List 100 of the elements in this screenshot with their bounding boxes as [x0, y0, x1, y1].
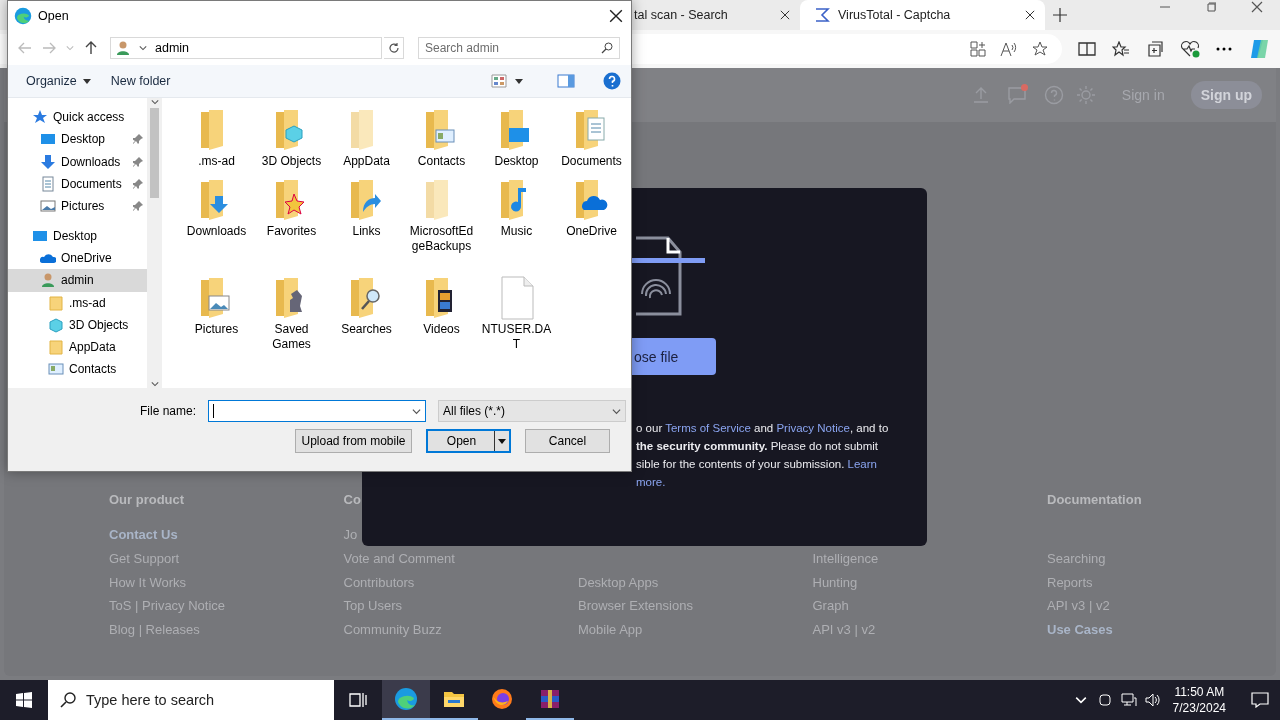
- file-name[interactable]: Favorites: [256, 224, 327, 239]
- recent-locations-icon: [66, 44, 74, 52]
- nav-item[interactable]: Pictures: [8, 195, 147, 218]
- file-name[interactable]: Searches: [331, 322, 402, 337]
- close-icon[interactable]: [1025, 10, 1035, 20]
- file-name[interactable]: Links: [331, 224, 402, 239]
- caret-icon[interactable]: [498, 438, 506, 444]
- help-icon[interactable]: [603, 72, 621, 90]
- nav-item[interactable]: Downloads: [8, 150, 147, 173]
- browser-icon[interactable]: [394, 687, 418, 711]
- fox-browser-icon[interactable]: [490, 687, 514, 711]
- taskbar-search-field[interactable]: Type here to search: [48, 680, 334, 720]
- footer-heading: Our product: [109, 492, 185, 509]
- new-tab-icon[interactable]: [1053, 8, 1067, 22]
- restore-icon[interactable]: [1206, 2, 1216, 12]
- nav-item[interactable]: Contacts: [8, 358, 147, 381]
- read-aloud-icon[interactable]: [1000, 41, 1018, 57]
- network-icon[interactable]: [1120, 693, 1137, 707]
- consent-text: Please do not submit: [769, 440, 879, 452]
- favorites-icon[interactable]: [1112, 41, 1130, 57]
- archive-icon[interactable]: [538, 687, 562, 711]
- clock-time: 11:50 AM: [1174, 684, 1225, 700]
- nav-item[interactable]: .ms-ad: [8, 291, 147, 314]
- contact-card-icon: [48, 361, 64, 378]
- task-view-icon[interactable]: [349, 692, 367, 708]
- more-icon[interactable]: [1216, 47, 1232, 51]
- scroll-up-icon: [150, 98, 159, 106]
- file-name[interactable]: Music: [481, 224, 552, 239]
- policy-link[interactable]: Learn: [847, 458, 877, 470]
- cube-icon: [48, 316, 64, 333]
- file-name[interactable]: AppData: [331, 154, 402, 169]
- policy-link[interactable]: Privacy Notice: [776, 422, 850, 434]
- scrollbar-thumb[interactable]: [150, 108, 159, 198]
- volume-icon[interactable]: [1144, 693, 1161, 707]
- caret-icon[interactable]: [515, 78, 523, 84]
- file-name[interactable]: Desktop: [481, 154, 552, 169]
- collections-icon[interactable]: [1146, 40, 1164, 58]
- windows-icon[interactable]: [16, 692, 32, 708]
- refresh-icon[interactable]: [387, 42, 400, 54]
- search-field[interactable]: Search admin: [418, 37, 620, 59]
- dialog-button[interactable]: Cancel: [525, 429, 610, 453]
- policy-link[interactable]: more.: [636, 476, 666, 488]
- file-name[interactable]: OneDrive: [556, 224, 627, 239]
- nav-item[interactable]: 3D Objects: [8, 313, 147, 337]
- star-icon[interactable]: [1032, 41, 1048, 57]
- taskbar-clock[interactable]: 11:50 AM 7/23/2024: [1172, 684, 1226, 716]
- file-name[interactable]: Documents: [556, 154, 627, 169]
- close-icon[interactable]: [1251, 1, 1263, 13]
- file-name[interactable]: Contacts: [406, 154, 477, 169]
- split-screen-icon[interactable]: [1078, 41, 1096, 57]
- consent-text: sible for the contents of your submission.: [636, 458, 846, 470]
- nav-item[interactable]: AppData: [8, 336, 147, 359]
- star-icon: [32, 109, 48, 126]
- organize-button[interactable]: Organize: [20, 70, 97, 92]
- apps-icon[interactable]: [970, 41, 986, 57]
- nav-item[interactable]: Quick access: [8, 106, 147, 129]
- chevron-up-icon: [1074, 694, 1087, 706]
- new-folder-button[interactable]: New folder: [104, 70, 177, 92]
- file-name[interactable]: Downloads: [181, 224, 252, 239]
- chevron-down-icon: [612, 406, 621, 416]
- file-type-dropdown[interactable]: All files (*.*): [438, 400, 626, 422]
- nav-item[interactable]: admin: [8, 269, 147, 292]
- user-icon: [115, 40, 131, 56]
- browser-tab[interactable]: tal scan - Search: [620, 0, 800, 30]
- picture-icon: [40, 198, 56, 215]
- policy-link[interactable]: Terms of Service: [665, 422, 751, 434]
- notifications-icon[interactable]: [1251, 692, 1269, 708]
- nav-item[interactable]: Desktop: [8, 128, 147, 151]
- file-name[interactable]: Saved Games: [256, 322, 327, 352]
- file-name[interactable]: NTUSER.DAT: [481, 322, 552, 352]
- view-options-icon[interactable]: [491, 74, 507, 88]
- file-name-label: File name:: [139, 404, 196, 418]
- file-name[interactable]: 3D Objects: [256, 154, 327, 169]
- preview-pane-icon[interactable]: [557, 74, 575, 88]
- file-name[interactable]: Pictures: [181, 322, 252, 337]
- file-name[interactable]: MicrosoftEdgeBackups: [406, 224, 477, 254]
- file-name-field[interactable]: [208, 400, 426, 422]
- file-name[interactable]: Videos: [406, 322, 477, 337]
- close-icon[interactable]: [780, 10, 790, 20]
- dialog-title: Open: [38, 9, 70, 23]
- file-name[interactable]: .ms-ad: [181, 154, 252, 169]
- up-arrow-icon[interactable]: [85, 41, 97, 55]
- nav-item[interactable]: Documents: [8, 172, 147, 196]
- open-button[interactable]: Open: [426, 429, 511, 453]
- search-icon: [60, 692, 76, 708]
- search-icon: [601, 42, 613, 54]
- address-field[interactable]: admin: [110, 37, 382, 59]
- heart-pulse-icon[interactable]: [1180, 40, 1200, 58]
- document-icon: [40, 175, 56, 192]
- sigma-icon: [814, 7, 830, 23]
- clock-date: 7/23/2024: [1172, 700, 1226, 716]
- browser-tab[interactable]: VirusTotal - Captcha: [800, 0, 1045, 30]
- dialog-button[interactable]: Upload from mobile: [295, 429, 412, 453]
- browser-icon: [14, 7, 32, 25]
- nav-item[interactable]: Desktop: [8, 224, 147, 247]
- nav-item[interactable]: OneDrive: [8, 247, 147, 270]
- taskbar-app[interactable]: [382, 680, 430, 720]
- download-icon: [40, 153, 56, 170]
- scrollbar-track[interactable]: [147, 98, 162, 388]
- close-icon[interactable]: [609, 9, 623, 23]
